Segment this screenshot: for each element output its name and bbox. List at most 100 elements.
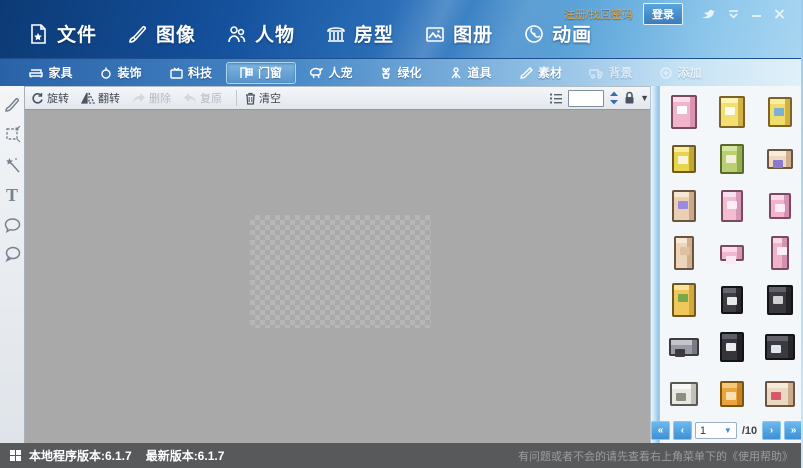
sofa-icon [29, 68, 44, 77]
tv-icon [170, 66, 183, 79]
shelf-tan[interactable] [660, 229, 708, 276]
canvas-area[interactable] [25, 110, 650, 443]
menu-label: 文件 [57, 25, 98, 46]
furniture-thumbnail [671, 94, 697, 129]
prev-page-button[interactable]: ‹ [672, 421, 692, 440]
edit-button-label: 旋转 [47, 93, 69, 105]
category-doors-windows[interactable]: 门窗 [226, 61, 296, 84]
paintbrush-tool-icon[interactable] [4, 96, 21, 113]
clear-button[interactable]: 清空 [245, 90, 281, 106]
menu-file[interactable]: 文件 [28, 20, 97, 47]
grid-icon [10, 450, 21, 461]
forward-arrow-icon [133, 93, 145, 103]
next-page-button[interactable]: › [762, 421, 782, 440]
category-label: 背景 [608, 66, 633, 80]
menu-label: 人物 [255, 25, 296, 46]
furniture-thumbnail [670, 381, 698, 406]
bookcase-purple[interactable] [660, 182, 708, 229]
category-background[interactable]: 背景 [576, 62, 646, 84]
menu-album[interactable]: 图册 [424, 20, 493, 47]
category-label: 添加 [677, 66, 702, 80]
first-page-button[interactable]: « [651, 421, 670, 440]
rotate-button[interactable]: 旋转 [31, 90, 69, 106]
prop-icon [451, 66, 462, 78]
status-bar: 本地程序版本:6.1.7 最新版本:6.1.7 有问题或者不会的请先查看右上角菜… [0, 443, 803, 468]
category-furniture[interactable]: 家具 [16, 62, 86, 84]
lock-dropdown-caret[interactable]: ▼ [640, 93, 649, 103]
bear-cabinet-green[interactable] [708, 135, 756, 182]
close-icon[interactable] [774, 9, 785, 19]
flip-button[interactable]: 翻转 [81, 90, 120, 106]
latest-version-text: 最新版本:6.1.7 [145, 449, 225, 463]
shelf-yellow-green[interactable] [660, 276, 708, 323]
magic-wand-tool-icon[interactable] [4, 156, 21, 173]
flip-icon [81, 92, 95, 104]
toolbar-divider [236, 90, 237, 106]
dresser-pink[interactable] [708, 182, 756, 229]
furniture-thumbnail [767, 148, 793, 169]
bird-icon[interactable] [701, 8, 716, 20]
delete-button[interactable]: 删除 [132, 90, 171, 106]
nightstand-black[interactable] [708, 276, 756, 323]
cabinet-orange[interactable] [708, 370, 756, 417]
menu-people[interactable]: 人物 [226, 20, 295, 47]
furniture-thumbnail [720, 380, 744, 407]
menu-image[interactable]: 图像 [127, 20, 196, 47]
speech-bubble-tool-icon[interactable] [4, 217, 21, 233]
layer-input[interactable] [568, 89, 605, 107]
category-props[interactable]: 道具 [436, 62, 506, 84]
people-icon [228, 25, 246, 42]
nightstand-pink[interactable] [756, 182, 803, 229]
furniture-thumbnail [672, 189, 696, 222]
updown-icon[interactable] [609, 91, 619, 105]
menu-label: 图像 [156, 25, 197, 46]
panel-scrollbar[interactable] [651, 86, 660, 443]
text-tool-icon[interactable]: T [6, 186, 18, 204]
login-button[interactable]: 登录 [643, 3, 683, 25]
cabinet-black-glass[interactable] [756, 323, 803, 370]
layer-list-icon[interactable] [549, 92, 563, 105]
edit-button-label: 清空 [259, 93, 281, 105]
menu-label: 房型 [354, 25, 395, 46]
furniture-thumbnail [765, 333, 795, 360]
window-controls [701, 8, 785, 20]
minimize-icon[interactable] [751, 9, 762, 19]
page-number: 1 [699, 424, 707, 437]
bookshelf-multicolor[interactable] [756, 370, 803, 417]
page-select[interactable]: 1 ▼ [694, 422, 737, 439]
left-tool-sidebar: T [0, 86, 25, 443]
furniture-thumbnail [721, 285, 743, 314]
fridge-yellow[interactable] [756, 88, 803, 135]
register-link[interactable]: 注册/找回密码 [564, 6, 633, 22]
page-select-caret: ▼ [723, 426, 732, 435]
thought-bubble-tool-icon[interactable] [4, 246, 21, 262]
minimize-to-tray-icon[interactable] [728, 9, 739, 19]
category-materials[interactable]: 素材 [506, 62, 576, 84]
restore-button[interactable]: 复原 [183, 90, 222, 106]
shelf-black[interactable] [756, 276, 803, 323]
transparent-artboard[interactable] [250, 215, 431, 328]
category-people-pets[interactable]: 人宠 [296, 62, 366, 84]
category-label: 道具 [467, 66, 492, 80]
category-label: 装饰 [117, 66, 142, 80]
material-icon [520, 66, 533, 79]
lock-icon[interactable] [624, 91, 635, 105]
cabinet-white[interactable] [660, 370, 708, 417]
cabinet-yellow[interactable] [708, 88, 756, 135]
category-tech[interactable]: 科技 [156, 62, 226, 84]
wardrobe-pink[interactable] [660, 88, 708, 135]
chest-purple[interactable] [756, 135, 803, 182]
category-label: 科技 [187, 66, 212, 80]
category-greenery[interactable]: 绿化 [366, 62, 436, 84]
category-decor[interactable]: 装饰 [86, 62, 156, 84]
bench-pink[interactable] [708, 229, 756, 276]
help-hint-text: 有问题或者不会的请先查看右上角菜单下的《使用帮助》 [518, 450, 793, 463]
machine-yellow[interactable] [660, 135, 708, 182]
category-add[interactable]: 添加 [646, 62, 716, 84]
furniture-thumbnail [768, 96, 792, 127]
transform-tool-icon[interactable] [4, 126, 21, 143]
cabinet-pink-tall[interactable] [756, 229, 803, 276]
wardrobe-black[interactable] [708, 323, 756, 370]
menu-roomtype[interactable]: 房型 [325, 20, 394, 47]
stereo-bench-gray[interactable] [660, 323, 708, 370]
